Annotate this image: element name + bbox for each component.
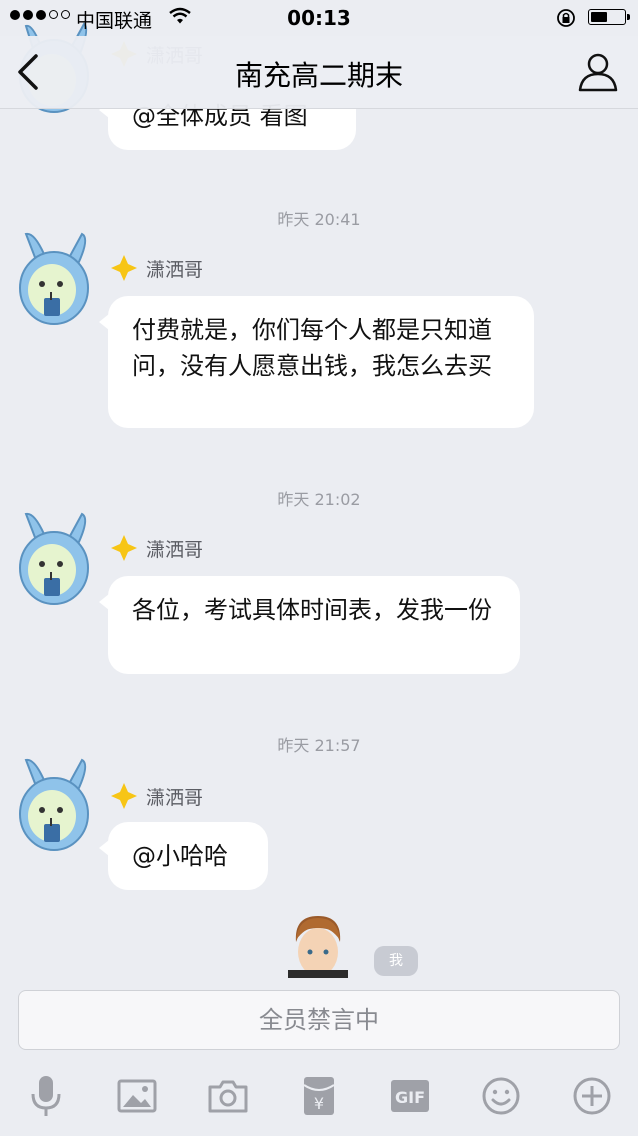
- chat-title: 南充高二期末: [234, 59, 403, 92]
- sender-name: 潇洒哥: [146, 258, 204, 281]
- sender-avatar[interactable]: [14, 512, 94, 608]
- me-badge: 我: [374, 946, 418, 976]
- message-text: @小哈哈: [132, 842, 228, 870]
- message-timestamp: 昨天 21:02: [277, 490, 361, 509]
- yen-label: ¥: [314, 1094, 324, 1113]
- message-timestamp: 昨天 20:41: [277, 210, 361, 229]
- navigation-bar: 南充高二期末: [0, 36, 638, 109]
- sender-row: 潇洒哥: [110, 534, 203, 562]
- gif-label: GIF: [395, 1088, 425, 1107]
- clock: 00:13: [287, 6, 351, 30]
- sender-name: 潇洒哥: [146, 538, 204, 561]
- muted-input-bar: 全员禁言中: [18, 990, 620, 1050]
- sender-avatar[interactable]: [14, 232, 94, 328]
- status-bar: 中国联通 00:13: [0, 0, 638, 36]
- message-text: 付费就是，你们每个人都是只知道问，没有人愿意出钱，我怎么去买: [132, 316, 492, 380]
- message-text: 各位，考试具体时间表，发我一份: [132, 596, 492, 624]
- camera-icon[interactable]: [202, 1070, 254, 1122]
- star-badge-icon: [111, 535, 137, 561]
- star-badge-icon: [111, 783, 137, 809]
- message-timestamp: 昨天 21:57: [277, 736, 361, 755]
- message-bubble[interactable]: @小哈哈: [99, 822, 268, 890]
- input-toolbar: ¥ GIF: [0, 1058, 638, 1136]
- battery-icon: [588, 9, 630, 25]
- sender-name: 潇洒哥: [146, 786, 204, 809]
- star-badge-icon: [111, 255, 137, 281]
- sender-avatar[interactable]: [14, 758, 94, 854]
- gif-icon[interactable]: GIF: [384, 1070, 436, 1122]
- group-profile-icon[interactable]: [576, 50, 620, 94]
- message-bubble[interactable]: 各位，考试具体时间表，发我一份: [99, 576, 520, 674]
- microphone-icon[interactable]: [20, 1070, 72, 1122]
- chat-area[interactable]: 潇洒哥 @全体成员 看图 昨天 20:41 潇洒哥 付费就是，你们每个人都是只知…: [0, 0, 638, 985]
- sender-row: 潇洒哥: [110, 782, 203, 810]
- emoji-icon[interactable]: [475, 1070, 527, 1122]
- plus-icon[interactable]: [566, 1070, 618, 1122]
- image-icon[interactable]: [111, 1070, 163, 1122]
- my-avatar[interactable]: [288, 912, 348, 978]
- message-bubble[interactable]: 付费就是，你们每个人都是只知道问，没有人愿意出钱，我怎么去买: [99, 296, 534, 428]
- rotation-lock-icon: [557, 9, 575, 27]
- red-packet-icon[interactable]: ¥: [293, 1070, 345, 1122]
- sender-row: 潇洒哥: [110, 254, 203, 282]
